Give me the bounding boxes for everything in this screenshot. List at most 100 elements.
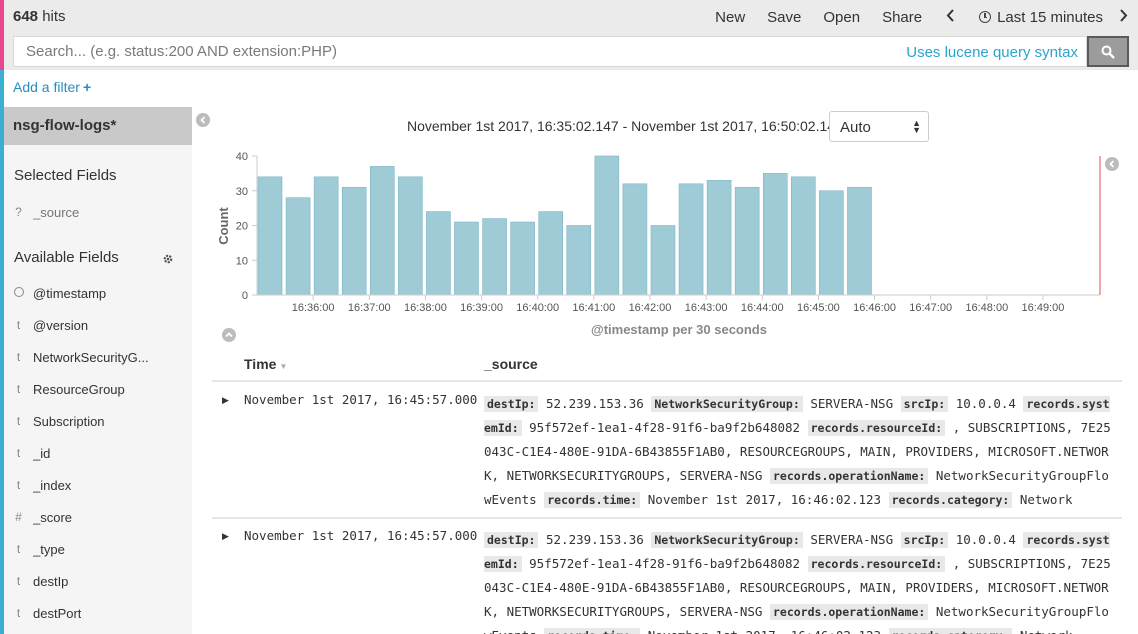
source-column-header: _source	[484, 356, 538, 372]
x-tick-label: 16:41:00	[572, 302, 615, 314]
source-field-key: NetworkSecurityGroup:	[651, 396, 803, 412]
share-button[interactable]: Share	[882, 9, 922, 26]
x-tick-label: 16:46:00	[853, 302, 896, 314]
x-tick-label: 16:37:00	[348, 302, 391, 314]
hits-number: 648	[13, 8, 39, 25]
chart-x-axis-label: @timestamp per 30 seconds	[591, 322, 767, 337]
x-tick-label: 16:42:00	[629, 302, 672, 314]
sort-desc-icon[interactable]: ▼	[279, 362, 287, 371]
histogram-bar[interactable]	[426, 211, 451, 296]
source-field-key: records.time:	[544, 628, 641, 634]
search-button[interactable]	[1087, 36, 1129, 67]
time-picker-button[interactable]: Last 15 minutes	[979, 9, 1103, 26]
table-row[interactable]: ▶ November 1st 2017, 16:45:57.000 destIp: …	[212, 383, 1122, 519]
field-item-destip[interactable]: t destIp	[4, 569, 192, 593]
histogram-bar[interactable]	[734, 186, 760, 296]
source-field-key: records.category:	[888, 492, 1013, 508]
histogram-bar[interactable]	[538, 211, 564, 296]
chevron-left-icon	[200, 116, 206, 124]
expand-row-icon[interactable]: ▶	[222, 531, 229, 542]
histogram-bar[interactable]	[454, 221, 479, 296]
source-field-key: records.time:	[544, 492, 641, 508]
field-item-destport[interactable]: t destPort	[4, 601, 192, 625]
hits-count: 648 hits	[13, 8, 66, 25]
source-field-key: NetworkSecurityGroup:	[651, 532, 803, 548]
x-tick-label: 16:38:00	[404, 302, 447, 314]
search-input[interactable]	[14, 37, 874, 66]
collapse-chart-button[interactable]	[222, 328, 236, 342]
time-column-header[interactable]: Time ▼	[244, 356, 287, 372]
field-item-type[interactable]: t _type	[4, 537, 192, 561]
field-item-score[interactable]: # _score	[4, 505, 192, 529]
query-bar: Uses lucene query syntax	[4, 34, 1138, 70]
source-field-value: 95f572ef-1ea1-4f28-91f6-ba9f2b648082	[529, 420, 801, 435]
field-type-string-icon: t	[16, 606, 21, 620]
row-timestamp: November 1st 2017, 16:45:57.000	[244, 528, 478, 543]
x-tick-label: 16:39:00	[460, 302, 503, 314]
lucene-syntax-link[interactable]: Uses lucene query syntax	[906, 44, 1078, 61]
source-field-key: records.resourceId:	[807, 556, 946, 572]
collapse-sidebar-button[interactable]	[196, 113, 210, 127]
source-field-key: records.resourceId:	[807, 420, 946, 436]
source-field-value: SERVERA-NSG	[810, 396, 894, 411]
new-button[interactable]: New	[715, 9, 745, 26]
field-type-string-icon: t	[16, 574, 21, 588]
source-field-value: 10.0.0.4	[955, 532, 1016, 547]
y-tick-label: 0	[242, 290, 248, 302]
source-field-key: srcIp:	[900, 396, 949, 412]
chart-y-axis-label: Count	[216, 207, 231, 245]
histogram-bar[interactable]	[650, 225, 676, 296]
expand-row-icon[interactable]: ▶	[222, 395, 229, 406]
row-timestamp: November 1st 2017, 16:45:57.000	[244, 392, 478, 407]
histogram-bar[interactable]	[847, 186, 872, 296]
field-name: destIp	[33, 573, 69, 589]
histogram-bar[interactable]	[398, 176, 423, 296]
field-name: destPort	[33, 605, 82, 621]
source-field-value: 52.239.153.36	[546, 532, 644, 547]
histogram-bar[interactable]	[566, 225, 592, 296]
interval-value: Auto	[840, 119, 871, 136]
histogram-bar[interactable]	[510, 221, 535, 296]
histogram-bar[interactable]	[341, 186, 367, 296]
open-button[interactable]: Open	[823, 9, 860, 26]
y-tick-label: 40	[236, 151, 248, 163]
histogram-bar[interactable]	[285, 197, 311, 296]
plus-icon: +	[82, 79, 92, 95]
hits-label: hits	[38, 8, 66, 25]
source-field-value: November 1st 2017, 16:46:02.123	[647, 492, 882, 507]
y-tick-label: 10	[236, 255, 248, 267]
histogram-bar[interactable]	[678, 183, 704, 296]
source-field-value: 52.239.153.36	[546, 396, 644, 411]
histogram-bar[interactable]	[482, 218, 507, 296]
histogram-bar[interactable]	[762, 173, 788, 296]
field-type-string-icon: t	[16, 542, 21, 556]
source-field-value: Network	[1020, 628, 1073, 634]
chevron-left-icon[interactable]	[946, 9, 955, 25]
chevron-right-icon[interactable]	[1119, 9, 1128, 25]
source-field-key: destIp:	[484, 532, 539, 548]
x-tick-label: 16:40:00	[516, 302, 559, 314]
chevron-up-icon	[225, 332, 233, 338]
x-tick-label: 16:44:00	[741, 302, 784, 314]
histogram-bar[interactable]	[622, 183, 648, 296]
source-field-key: srcIp:	[900, 532, 949, 548]
histogram-bar[interactable]	[819, 190, 844, 296]
histogram-bar[interactable]	[706, 180, 732, 296]
histogram-bar[interactable]	[594, 155, 620, 296]
histogram-bar[interactable]	[791, 176, 816, 296]
source-field-value: 95f572ef-1ea1-4f28-91f6-ba9f2b648082	[529, 556, 801, 571]
histogram-bar[interactable]	[257, 176, 283, 296]
histogram-bar[interactable]	[313, 176, 339, 296]
save-button[interactable]: Save	[767, 9, 801, 26]
x-tick-label: 16:45:00	[797, 302, 840, 314]
table-row[interactable]: ▶ November 1st 2017, 16:45:57.000 destIp: …	[212, 519, 1122, 634]
field-name: _type	[33, 541, 65, 557]
y-tick-label: 20	[236, 221, 248, 233]
top-nav-bar: 648 hits New Save Open Share Last 15 min…	[4, 0, 1138, 34]
x-tick-label: 16:48:00	[965, 302, 1008, 314]
source-field-key: destIp:	[484, 396, 539, 412]
interval-select[interactable]: Auto ▲ ▼	[829, 111, 929, 142]
add-filter-link[interactable]: Add a filter +	[13, 79, 91, 95]
field-name: _score	[33, 509, 73, 525]
histogram-bar[interactable]	[369, 166, 395, 296]
